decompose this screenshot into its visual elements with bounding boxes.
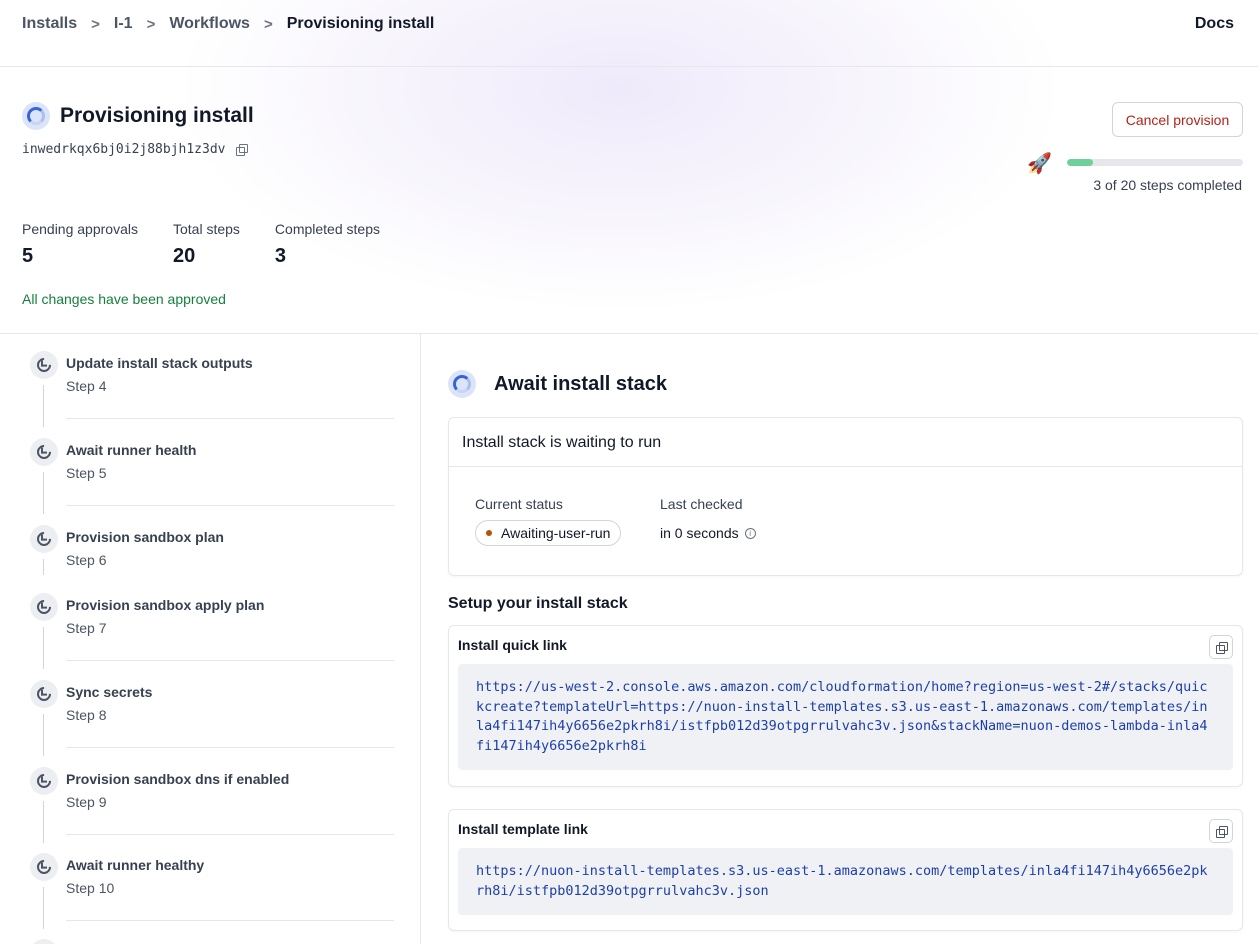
docs-link[interactable]: Docs [1195,15,1234,33]
quick-link-label: Install quick link [458,637,567,653]
step-pending-icon [30,593,58,621]
stat-total-steps: Total steps 20 [173,221,240,268]
rocket-icon: 🚀 [1027,153,1052,175]
info-icon[interactable]: i [744,527,756,539]
copy-icon [1216,642,1228,654]
stat-label: Total steps [172,221,240,237]
copy-icon [1216,826,1228,838]
step-pending-icon [30,767,58,795]
breadcrumb-installs[interactable]: Installs [22,15,77,33]
quick-link-url[interactable]: https://us-west-2.console.aws.amazon.com… [458,664,1233,770]
step-pending-icon [30,939,58,944]
detail-title: Await install stack [494,372,668,395]
field-label: Last checked [660,496,743,512]
step-pending-icon [30,680,58,708]
stat-label: Completed steps [274,221,380,237]
stats-row: Pending approvals 5 Total steps 20 Compl… [22,221,415,268]
loading-spinner-icon [22,102,50,130]
stat-value: 3 [274,245,287,267]
step-name: Await runner healthy [66,857,205,873]
field-label: Current status [475,496,563,512]
step-number: Step 4 [66,378,107,394]
stat-value: 20 [172,245,196,267]
step-name: Provision sandbox dns if enabled [66,771,290,787]
stat-completed-steps: Completed steps 3 [275,221,380,268]
step-number: Step 6 [66,552,107,568]
step-pending-icon [30,351,58,379]
template-link-url[interactable]: https://nuon-install-templates.s3.us-eas… [458,848,1233,915]
install-id: inwedrkqx6bj0i2j88bjh1z3dv [22,142,226,157]
stat-value: 5 [22,245,34,267]
copy-template-link-button[interactable] [1209,819,1233,843]
setup-section-title: Setup your install stack [448,595,628,612]
install-template-link-card: Install template link https://nuon-insta… [448,809,1243,931]
last-checked-field: Last checked in 0 seconds i [660,496,756,541]
install-id-row: inwedrkqx6bj0i2j88bjh1z3dv [22,142,248,157]
breadcrumb-workflows[interactable]: Workflows [169,15,250,33]
workflow-steps-list[interactable]: Update install stack outputs Step 4 Awai… [0,334,421,944]
last-checked-value-row: in 0 seconds i [660,525,756,541]
step-name: Update install stack outputs [66,355,253,371]
step-detail-panel: Await install stack Install stack is wai… [422,334,1258,944]
progress-bar [1067,159,1243,166]
template-link-heading: Install template link [449,810,1242,848]
step-name: Await runner health [66,442,197,458]
last-checked-value: in 0 seconds [660,525,739,541]
stat-pending-approvals: Pending approvals 5 [22,221,138,268]
breadcrumb-current: Provisioning install [286,15,435,32]
step-name: Provision sandbox plan [66,529,224,545]
breadcrumb-install[interactable]: I-1 [114,15,133,33]
detail-title-row: Await install stack [448,370,667,398]
progress-text: 3 of 20 steps completed [1093,177,1242,193]
page-title-row: Provisioning install [22,102,254,130]
loading-spinner-icon [448,370,476,398]
quick-link-heading: Install quick link [449,626,1242,664]
breadcrumb-separator-icon: > [146,15,156,33]
breadcrumb-separator-icon: > [263,15,273,33]
install-stack-status-card: Install stack is waiting to run Current … [448,417,1243,576]
step-number: Step 7 [66,620,107,636]
step-number: Step 5 [66,465,107,481]
breadcrumb: Installs > I-1 > Workflows > Provisionin… [22,15,434,33]
step-number: Step 8 [66,707,107,723]
template-link-label: Install template link [458,821,588,837]
step-name: Provision sandbox apply plan [66,597,265,613]
status-badge: Awaiting-user-run [475,520,622,546]
breadcrumb-separator-icon: > [91,15,100,33]
status-badge-text: Awaiting-user-run [501,525,611,541]
approval-status-text: All changes have been approved [22,291,226,307]
page-title: Provisioning install [60,104,254,127]
top-header: Installs > I-1 > Workflows > Provisionin… [0,0,1258,67]
step-pending-icon [30,853,58,881]
cancel-provision-button[interactable]: Cancel provision [1112,102,1243,137]
copy-quick-link-button[interactable] [1209,635,1233,659]
step-number: Step 10 [66,880,115,896]
status-card-heading: Install stack is waiting to run [449,418,1242,467]
step-pending-icon [30,438,58,466]
step-pending-icon [30,525,58,553]
stat-label: Pending approvals [22,221,138,237]
install-quick-link-card: Install quick link https://us-west-2.con… [448,625,1243,787]
status-dot-icon [486,530,492,536]
step-name: Sync secrets [66,684,153,700]
step-number: Step 9 [66,794,107,810]
progress-bar-fill [1067,159,1094,166]
current-status-field: Current status Awaiting-user-run [475,496,622,546]
copy-icon[interactable] [235,144,248,156]
